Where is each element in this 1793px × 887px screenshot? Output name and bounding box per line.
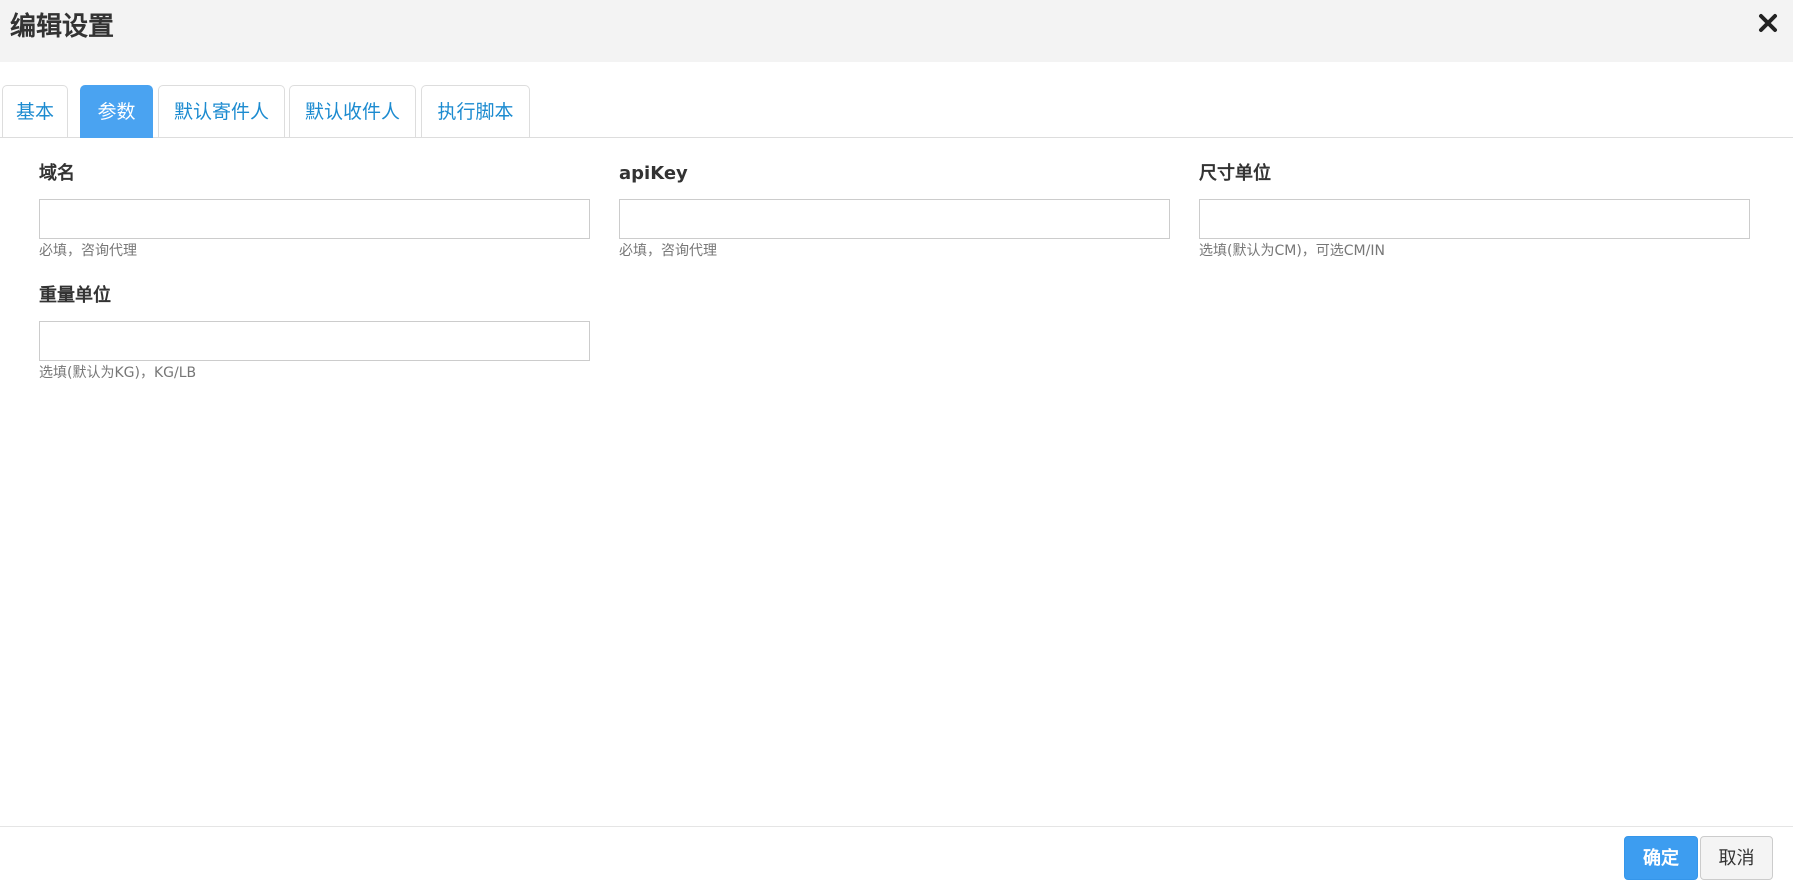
tab-exec-script[interactable]: 执行脚本 xyxy=(421,85,530,137)
cancel-button[interactable]: 取消 xyxy=(1700,836,1773,880)
field-size-unit: 尺寸单位 选填(默认为CM)，可选CM/IN xyxy=(1199,162,1750,261)
dialog-footer: 确定 取消 xyxy=(0,826,1793,887)
domain-help: 必填，咨询代理 xyxy=(39,243,137,259)
weight-unit-help: 选填(默认为KG)，KG/LB xyxy=(39,365,197,381)
tab-default-sender[interactable]: 默认寄件人 xyxy=(158,85,285,137)
tab-bar: 基本 参数 默认寄件人 默认收件人 执行脚本 xyxy=(0,84,1793,138)
size-unit-help: 选填(默认为CM)，可选CM/IN xyxy=(1199,243,1385,259)
confirm-button[interactable]: 确定 xyxy=(1624,836,1698,880)
tab-default-recipient[interactable]: 默认收件人 xyxy=(289,85,416,137)
tab-params[interactable]: 参数 xyxy=(80,85,153,138)
tab-basic[interactable]: 基本 xyxy=(2,85,68,137)
size-unit-input[interactable] xyxy=(1199,199,1750,239)
domain-label: 域名 xyxy=(39,163,75,184)
field-weight-unit: 重量单位 选填(默认为KG)，KG/LB xyxy=(39,284,590,383)
dialog-title: 编辑设置 xyxy=(10,12,115,42)
apikey-input[interactable] xyxy=(619,199,1170,239)
size-unit-label: 尺寸单位 xyxy=(1199,163,1271,184)
edit-settings-dialog: 编辑设置 基本 参数 默认寄件人 默认收件人 执行脚本 域名 必填，咨询代理 a… xyxy=(0,0,1793,887)
close-icon xyxy=(1759,14,1777,32)
weight-unit-label: 重量单位 xyxy=(39,285,111,306)
dialog-header: 编辑设置 xyxy=(0,0,1793,62)
apikey-label: apiKey xyxy=(619,163,688,184)
field-domain: 域名 必填，咨询代理 xyxy=(39,162,590,261)
apikey-help: 必填，咨询代理 xyxy=(619,243,717,259)
field-apikey: apiKey 必填，咨询代理 xyxy=(619,162,1170,261)
domain-input[interactable] xyxy=(39,199,590,239)
weight-unit-input[interactable] xyxy=(39,321,590,361)
close-button[interactable] xyxy=(1757,12,1779,34)
